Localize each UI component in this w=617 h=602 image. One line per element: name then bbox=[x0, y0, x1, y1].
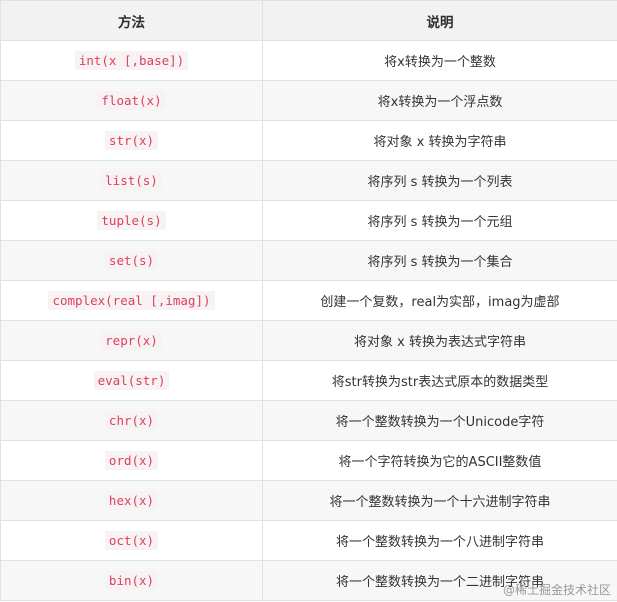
description-cell: 将一个字符转换为它的ASCII整数值 bbox=[262, 440, 617, 481]
method-cell: int(x [,base]) bbox=[0, 40, 263, 81]
table-row: hex(x) 将一个整数转换为一个十六进制字符串 bbox=[0, 480, 617, 521]
description-cell: 将str转换为str表达式原本的数据类型 bbox=[262, 360, 617, 401]
column-header-description: 说明 bbox=[262, 0, 617, 41]
description-cell: 将x转换为一个整数 bbox=[262, 40, 617, 81]
table-row: ord(x) 将一个字符转换为它的ASCII整数值 bbox=[0, 440, 617, 481]
method-cell: str(x) bbox=[0, 120, 263, 161]
method-code: str(x) bbox=[104, 130, 159, 150]
description-cell: 将序列 s 转换为一个列表 bbox=[262, 160, 617, 201]
conversion-functions-table: 方法 说明 int(x [,base]) 将x转换为一个整数 float(x) … bbox=[0, 0, 617, 601]
method-cell: tuple(s) bbox=[0, 200, 263, 241]
table-row: eval(str) 将str转换为str表达式原本的数据类型 bbox=[0, 360, 617, 401]
method-code: list(s) bbox=[101, 170, 162, 190]
description-cell: 将x转换为一个浮点数 bbox=[262, 80, 617, 121]
table-header: 方法 说明 bbox=[0, 0, 617, 41]
method-cell: chr(x) bbox=[0, 400, 263, 441]
method-cell: oct(x) bbox=[0, 520, 263, 561]
description-cell: 将序列 s 转换为一个元组 bbox=[262, 200, 617, 241]
method-cell: set(s) bbox=[0, 240, 263, 281]
description-cell: 创建一个复数，real为实部，imag为虚部 bbox=[262, 280, 617, 321]
table-row: chr(x) 将一个整数转换为一个Unicode字符 bbox=[0, 400, 617, 441]
method-code: complex(real [,imag]) bbox=[48, 290, 215, 310]
method-cell: list(s) bbox=[0, 160, 263, 201]
description-cell: 将对象 x 转换为字符串 bbox=[262, 120, 617, 161]
method-cell: complex(real [,imag]) bbox=[0, 280, 263, 321]
method-code: float(x) bbox=[97, 90, 166, 110]
table-row: list(s) 将序列 s 转换为一个列表 bbox=[0, 160, 617, 201]
table-row: repr(x) 将对象 x 转换为表达式字符串 bbox=[0, 320, 617, 361]
method-code: bin(x) bbox=[104, 570, 159, 590]
table-row: int(x [,base]) 将x转换为一个整数 bbox=[0, 40, 617, 81]
header-row: 方法 说明 bbox=[0, 0, 617, 41]
description-cell: 将一个整数转换为一个十六进制字符串 bbox=[262, 480, 617, 521]
method-code: eval(str) bbox=[93, 370, 170, 390]
method-code: chr(x) bbox=[104, 410, 159, 430]
method-cell: float(x) bbox=[0, 80, 263, 121]
table-body: int(x [,base]) 将x转换为一个整数 float(x) 将x转换为一… bbox=[0, 40, 617, 601]
table-row: tuple(s) 将序列 s 转换为一个元组 bbox=[0, 200, 617, 241]
method-code: tuple(s) bbox=[97, 210, 166, 230]
column-header-method: 方法 bbox=[0, 0, 263, 41]
method-code: int(x [,base]) bbox=[74, 50, 189, 70]
method-cell: ord(x) bbox=[0, 440, 263, 481]
method-code: set(s) bbox=[104, 250, 159, 270]
description-cell: 将对象 x 转换为表达式字符串 bbox=[262, 320, 617, 361]
method-code: repr(x) bbox=[101, 330, 162, 350]
method-cell: hex(x) bbox=[0, 480, 263, 521]
method-cell: repr(x) bbox=[0, 320, 263, 361]
table-row: complex(real [,imag]) 创建一个复数，real为实部，ima… bbox=[0, 280, 617, 321]
watermark: @稀土掘金技术社区 bbox=[502, 583, 611, 597]
table-row: set(s) 将序列 s 转换为一个集合 bbox=[0, 240, 617, 281]
method-code: oct(x) bbox=[104, 530, 159, 550]
method-code: ord(x) bbox=[104, 450, 159, 470]
description-cell: 将一个整数转换为一个八进制字符串 bbox=[262, 520, 617, 561]
table-row: str(x) 将对象 x 转换为字符串 bbox=[0, 120, 617, 161]
table-row: float(x) 将x转换为一个浮点数 bbox=[0, 80, 617, 121]
method-cell: bin(x) bbox=[0, 560, 263, 601]
description-cell: 将一个整数转换为一个Unicode字符 bbox=[262, 400, 617, 441]
method-code: hex(x) bbox=[104, 490, 159, 510]
method-cell: eval(str) bbox=[0, 360, 263, 401]
table-row: oct(x) 将一个整数转换为一个八进制字符串 bbox=[0, 520, 617, 561]
description-cell: 将序列 s 转换为一个集合 bbox=[262, 240, 617, 281]
